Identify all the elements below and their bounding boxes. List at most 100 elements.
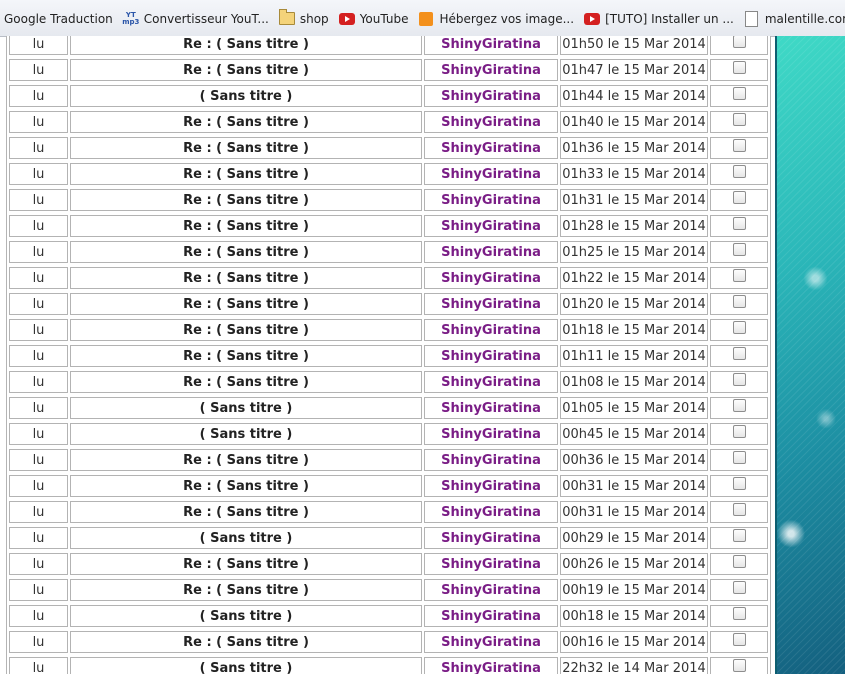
subject-link[interactable]: Re : ( Sans titre ) [70,475,422,497]
author-link[interactable]: ShinyGiratina [424,527,558,549]
subject-link[interactable]: Re : ( Sans titre ) [70,163,422,185]
select-checkbox[interactable] [732,216,746,230]
status-cell: lu [9,267,68,289]
subject-link[interactable]: Re : ( Sans titre ) [70,189,422,211]
message-row: lu( Sans titre ) ShinyGiratina 00h45 le 15… [7,423,770,447]
subject-link[interactable]: ( Sans titre ) [70,85,422,107]
author-link[interactable]: ShinyGiratina [424,241,558,263]
select-checkbox[interactable] [732,60,746,74]
bookmark-image-host[interactable]: Hébergez vos image... [414,7,580,31]
select-checkbox[interactable] [732,424,746,438]
bookmark-convertisseur-youtube[interactable]: YT mp3 Convertisseur YouT... [119,7,275,31]
author-link[interactable]: ShinyGiratina [424,189,558,211]
author-link[interactable]: ShinyGiratina [424,605,558,627]
bookmark-youtube[interactable]: YouTube [335,7,415,31]
select-checkbox[interactable] [732,450,746,464]
bookmark-tuto[interactable]: [TUTO] Installer un ... [580,7,740,31]
subject-link[interactable]: Re : ( Sans titre ) [70,319,422,341]
author-link[interactable]: ShinyGiratina [424,423,558,445]
author-link[interactable]: ShinyGiratina [424,59,558,81]
author-link[interactable]: ShinyGiratina [424,553,558,575]
select-checkbox[interactable] [732,554,746,568]
select-checkbox[interactable] [732,632,746,646]
message-row: lu Re : ( Sans titre ) ShinyGiratina 01h31 … [7,189,770,213]
subject-link[interactable]: Re : ( Sans titre ) [70,267,422,289]
subject-link[interactable]: Re : ( Sans titre ) [70,137,422,159]
author-link[interactable]: ShinyGiratina [424,345,558,367]
select-cell [710,397,768,419]
subject-link[interactable]: Re : ( Sans titre ) [70,579,422,601]
bookmark-shop-folder[interactable]: shop [275,7,335,31]
status-cell: lu [9,241,68,263]
author-link[interactable]: ShinyGiratina [424,449,558,471]
select-checkbox[interactable] [732,502,746,516]
select-checkbox[interactable] [732,346,746,360]
author-link[interactable]: ShinyGiratina [424,631,558,653]
subject-link[interactable]: ( Sans titre ) [70,605,422,627]
subject-link[interactable]: Re : ( Sans titre ) [70,241,422,263]
select-checkbox[interactable] [732,86,746,100]
date-cell: 01h18 le 15 Mar 2014 [560,319,708,341]
author-link[interactable]: ShinyGiratina [424,371,558,393]
subject-link[interactable]: Re : ( Sans titre ) [70,111,422,133]
subject-link[interactable]: Re : ( Sans titre ) [70,449,422,471]
subject-link[interactable]: Re : ( Sans titre ) [70,59,422,81]
status-cell: lu [9,657,68,674]
select-checkbox[interactable] [732,476,746,490]
author-link[interactable]: ShinyGiratina [424,267,558,289]
subject-link[interactable]: ( Sans titre ) [70,657,422,674]
select-checkbox[interactable] [732,242,746,256]
subject-link[interactable]: Re : ( Sans titre ) [70,501,422,523]
select-checkbox[interactable] [732,398,746,412]
select-checkbox[interactable] [732,580,746,594]
select-cell [710,605,768,627]
bookmark-malentille[interactable]: malentille.com [740,7,845,31]
author-link[interactable]: ShinyGiratina [424,579,558,601]
author-link[interactable]: ShinyGiratina [424,397,558,419]
select-checkbox[interactable] [732,658,746,672]
subject-link[interactable]: Re : ( Sans titre ) [70,631,422,653]
select-checkbox[interactable] [732,190,746,204]
author-link[interactable]: ShinyGiratina [424,293,558,315]
select-checkbox[interactable] [732,138,746,152]
folder-icon [278,9,295,26]
bookmark-google-traduction[interactable]: Google Traduction [0,7,119,31]
select-checkbox[interactable] [732,268,746,282]
date-cell: 01h44 le 15 Mar 2014 [560,85,708,107]
message-row: lu( Sans titre ) ShinyGiratina 00h18 le 15… [7,605,770,629]
author-link[interactable]: ShinyGiratina [424,111,558,133]
select-checkbox[interactable] [732,164,746,178]
select-checkbox[interactable] [732,112,746,126]
message-row: lu Re : ( Sans titre ) ShinyGiratina 00h31 … [7,501,770,525]
date-cell: 01h05 le 15 Mar 2014 [560,397,708,419]
subject-link[interactable]: Re : ( Sans titre ) [70,215,422,237]
select-checkbox[interactable] [732,36,746,48]
subject-link[interactable]: ( Sans titre ) [70,423,422,445]
author-link[interactable]: ShinyGiratina [424,475,558,497]
select-checkbox[interactable] [732,606,746,620]
subject-link[interactable]: Re : ( Sans titre ) [70,371,422,393]
message-row: lu Re : ( Sans titre ) ShinyGiratina 01h40 … [7,111,770,135]
author-link[interactable]: ShinyGiratina [424,319,558,341]
select-checkbox[interactable] [732,528,746,542]
bookmark-label: Convertisseur YouT... [143,11,269,26]
select-cell [710,36,768,55]
select-checkbox[interactable] [732,372,746,386]
subject-link[interactable]: ( Sans titre ) [70,397,422,419]
select-cell [710,527,768,549]
select-checkbox[interactable] [732,320,746,334]
select-checkbox[interactable] [732,294,746,308]
status-cell: lu [9,215,68,237]
subject-link[interactable]: ( Sans titre ) [70,527,422,549]
author-link[interactable]: ShinyGiratina [424,137,558,159]
author-link[interactable]: ShinyGiratina [424,657,558,674]
subject-link[interactable]: Re : ( Sans titre ) [70,36,422,55]
author-link[interactable]: ShinyGiratina [424,501,558,523]
author-link[interactable]: ShinyGiratina [424,85,558,107]
subject-link[interactable]: Re : ( Sans titre ) [70,293,422,315]
subject-link[interactable]: Re : ( Sans titre ) [70,345,422,367]
subject-link[interactable]: Re : ( Sans titre ) [70,553,422,575]
author-link[interactable]: ShinyGiratina [424,36,558,55]
author-link[interactable]: ShinyGiratina [424,163,558,185]
author-link[interactable]: ShinyGiratina [424,215,558,237]
